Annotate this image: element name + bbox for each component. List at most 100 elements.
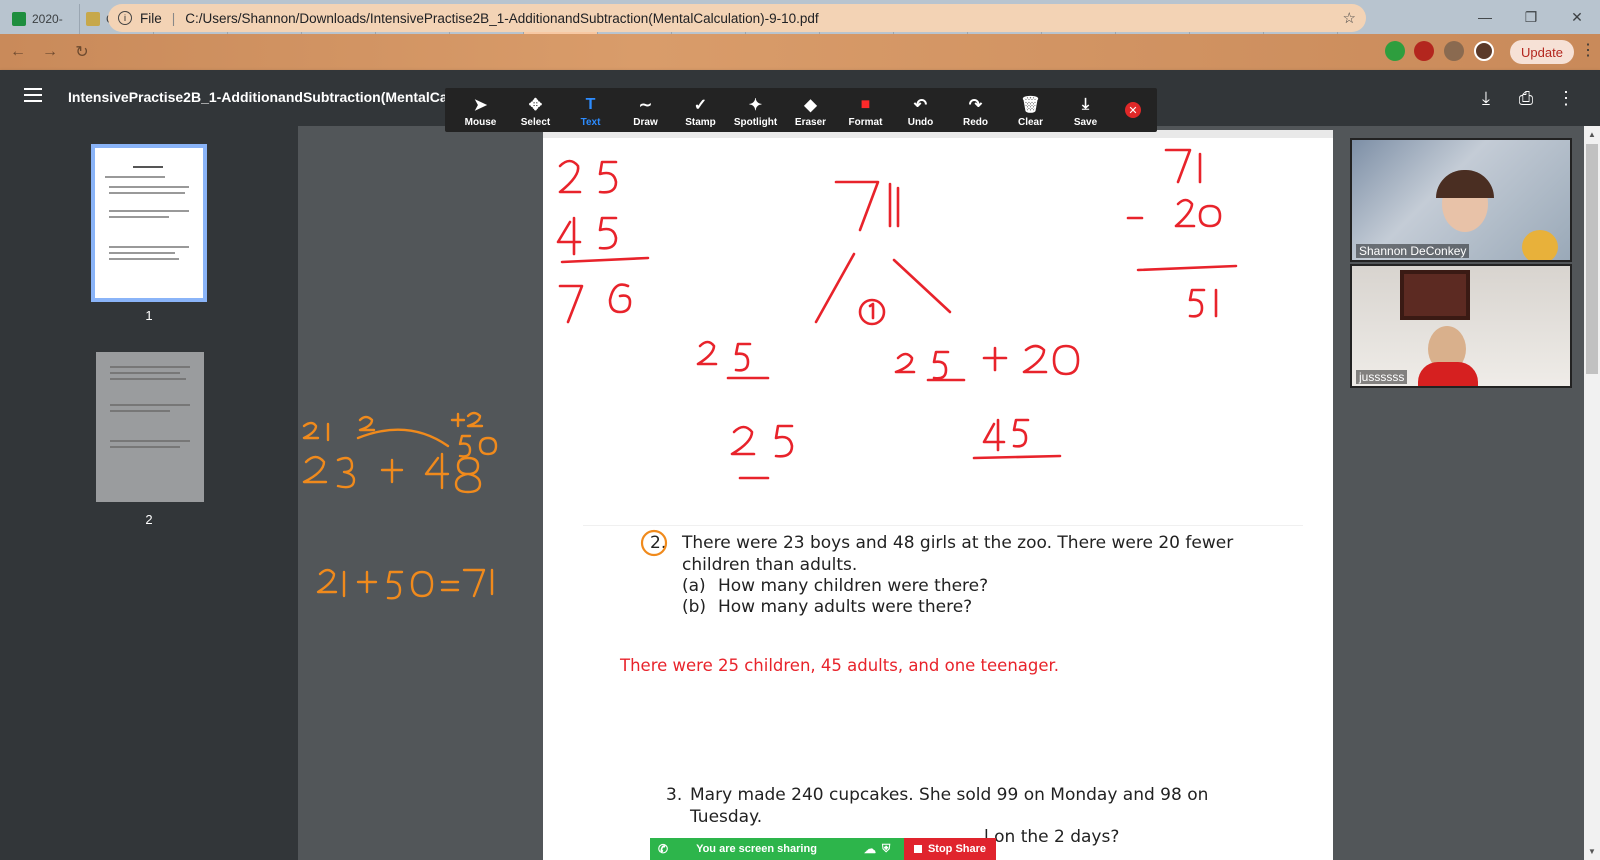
draw-wave-icon: ∼ — [638, 97, 653, 114]
reload-icon[interactable]: ↻ — [68, 38, 96, 66]
browser-menu-icon[interactable]: ⋮ — [1580, 40, 1596, 60]
close-annotation-icon[interactable]: ✕ — [1125, 102, 1141, 118]
eraser-icon: ◆ — [804, 97, 817, 114]
cloud-icon: ☁ — [864, 842, 876, 856]
move-icon: ✥ — [528, 97, 543, 114]
bookmark-star-icon[interactable]: ☆ — [1343, 9, 1356, 27]
close-window-icon[interactable]: ✕ — [1554, 0, 1600, 34]
more-options-icon[interactable]: ⋮ — [1556, 88, 1576, 108]
scrollbar-thumb[interactable] — [1586, 144, 1598, 374]
text-icon: T — [585, 96, 596, 113]
undo-icon: ↶ — [913, 97, 928, 114]
trash-icon: 🗑 — [1020, 97, 1041, 114]
problem-3-line1: Mary made 240 cupcakes. She sold 99 on M… — [690, 785, 1209, 805]
stop-share-button[interactable]: Stop Share — [904, 838, 996, 860]
minimize-icon[interactable]: — — [1462, 0, 1508, 34]
update-button[interactable]: Update — [1510, 40, 1574, 64]
annotate-tool-label: Draw — [633, 117, 658, 128]
annotate-tool-label: Stamp — [685, 117, 716, 128]
ink-digit-orange — [386, 570, 404, 600]
annotate-tool-eraser[interactable]: ◆ Eraser — [783, 88, 838, 132]
annotate-tool-save[interactable]: ⤓ Save — [1058, 88, 1113, 132]
print-icon[interactable]: ⎙ — [1516, 88, 1536, 108]
format-color-icon: ■ — [860, 96, 871, 113]
ink-digit-orange — [450, 412, 466, 428]
annotate-tool-text[interactable]: T Text — [563, 88, 618, 132]
annotate-tool-clear[interactable]: 🗑 Clear — [1003, 88, 1058, 132]
problem-2-b-text: How many adults were there? — [718, 597, 973, 617]
problem-2-line1: There were 23 boys and 48 girls at the z… — [682, 533, 1234, 553]
share-status-text: You are screen sharing — [696, 843, 817, 855]
problem-2-a-label: (a) — [682, 576, 706, 596]
annotate-tool-spotlight[interactable]: ✦ Spotlight — [728, 88, 783, 132]
participant-shirt — [1418, 362, 1478, 386]
thumbnail-sidebar: 1 2 — [0, 126, 298, 860]
extension-puzzle-icon[interactable] — [1444, 41, 1464, 61]
ink-digit-orange — [410, 570, 434, 598]
problem-2-number: 2. — [650, 533, 667, 553]
browser-tab[interactable]: 2020- — [6, 4, 80, 34]
ink-digit-orange — [358, 415, 376, 432]
page-thumbnail-2[interactable] — [96, 352, 204, 502]
profile-avatar[interactable] — [1474, 41, 1494, 61]
tab-favicon-icon — [12, 12, 26, 26]
annotate-tool-undo[interactable]: ↶ Undo — [893, 88, 948, 132]
shield-icon: ⛨ — [882, 842, 891, 855]
back-icon[interactable]: ← — [4, 38, 32, 66]
annotate-tool-redo[interactable]: ↷ Redo — [948, 88, 1003, 132]
annotate-tool-draw[interactable]: ∼ Draw — [618, 88, 673, 132]
problem-2-b-label: (b) — [682, 597, 707, 617]
video-tile-student[interactable]: jussssss — [1350, 264, 1572, 388]
info-icon[interactable]: i — [118, 11, 132, 25]
ink-line-orange — [356, 570, 378, 594]
redo-icon: ↷ — [968, 97, 983, 114]
save-download-icon: ⤓ — [1081, 96, 1090, 113]
thumbnail-number: 2 — [145, 512, 153, 527]
video-tile-shannon[interactable]: Shannon DeConkey — [1350, 138, 1572, 262]
download-icon[interactable]: ⤓ — [1476, 88, 1496, 108]
restore-icon[interactable]: ❐ — [1508, 0, 1554, 34]
problem-2-line2: children than adults. — [682, 555, 858, 575]
background-object — [1522, 230, 1558, 260]
extension-ublock-icon[interactable] — [1414, 41, 1434, 61]
url-text: C:/Users/Shannon/Downloads/IntensivePrac… — [185, 10, 819, 26]
problem-2-a-text: How many children were there? — [718, 576, 989, 596]
tab-label: 2020- — [32, 12, 63, 26]
omnibox-bar: ← → ↻ — [0, 34, 1600, 70]
problem-3-line3: l on the 2 days? — [984, 827, 1120, 847]
ink-digit-orange — [454, 456, 482, 494]
background-picture-frame — [1400, 270, 1470, 320]
typed-answer-annotation: There were 25 children, 45 adults, and o… — [620, 656, 1060, 675]
scroll-up-icon[interactable]: ▲ — [1588, 130, 1596, 139]
annotate-tool-label: Eraser — [794, 117, 827, 128]
annotate-tool-format[interactable]: ■ Format — [838, 88, 893, 132]
address-bar[interactable]: i File | C:/Users/Shannon/Downloads/Inte… — [108, 4, 1366, 32]
participant-name: jussssss — [1356, 370, 1408, 384]
ink-digit-orange — [458, 434, 472, 458]
annotate-tool-label: Save — [1073, 117, 1098, 128]
ink-digit-orange — [424, 452, 450, 490]
annotate-tool-select[interactable]: ✥ Select — [508, 88, 563, 132]
hamburger-menu-icon[interactable] — [24, 88, 42, 102]
annotate-tool-label: Text — [580, 117, 601, 128]
url-separator: | — [171, 10, 176, 26]
forward-icon[interactable]: → — [36, 38, 64, 66]
participant-name: Shannon DeConkey — [1356, 244, 1470, 258]
participant-hair — [1436, 170, 1494, 198]
annotate-tool-stamp[interactable]: ✓ Stamp — [673, 88, 728, 132]
vertical-scrollbar[interactable]: ▲ ▼ — [1584, 126, 1600, 860]
ink-digit-orange — [466, 411, 484, 428]
phone-icon: ✆ — [658, 842, 669, 856]
page-thumbnail-1[interactable] — [91, 144, 207, 302]
thumbnail-number: 1 — [145, 308, 153, 323]
ink-digit-orange — [302, 421, 320, 440]
extension-green-icon[interactable] — [1385, 41, 1405, 61]
ink-digit-orange — [302, 455, 328, 484]
annotate-tool-label: Redo — [963, 117, 988, 128]
stop-share-label: Stop Share — [927, 843, 987, 855]
problem-3-line2: Tuesday. — [690, 807, 763, 827]
scroll-down-icon[interactable]: ▼ — [1588, 847, 1596, 856]
pdf-page[interactable] — [543, 130, 1333, 860]
spotlight-wand-icon: ✦ — [748, 97, 763, 114]
annotate-tool-mouse[interactable]: ➤ Mouse — [453, 88, 508, 132]
